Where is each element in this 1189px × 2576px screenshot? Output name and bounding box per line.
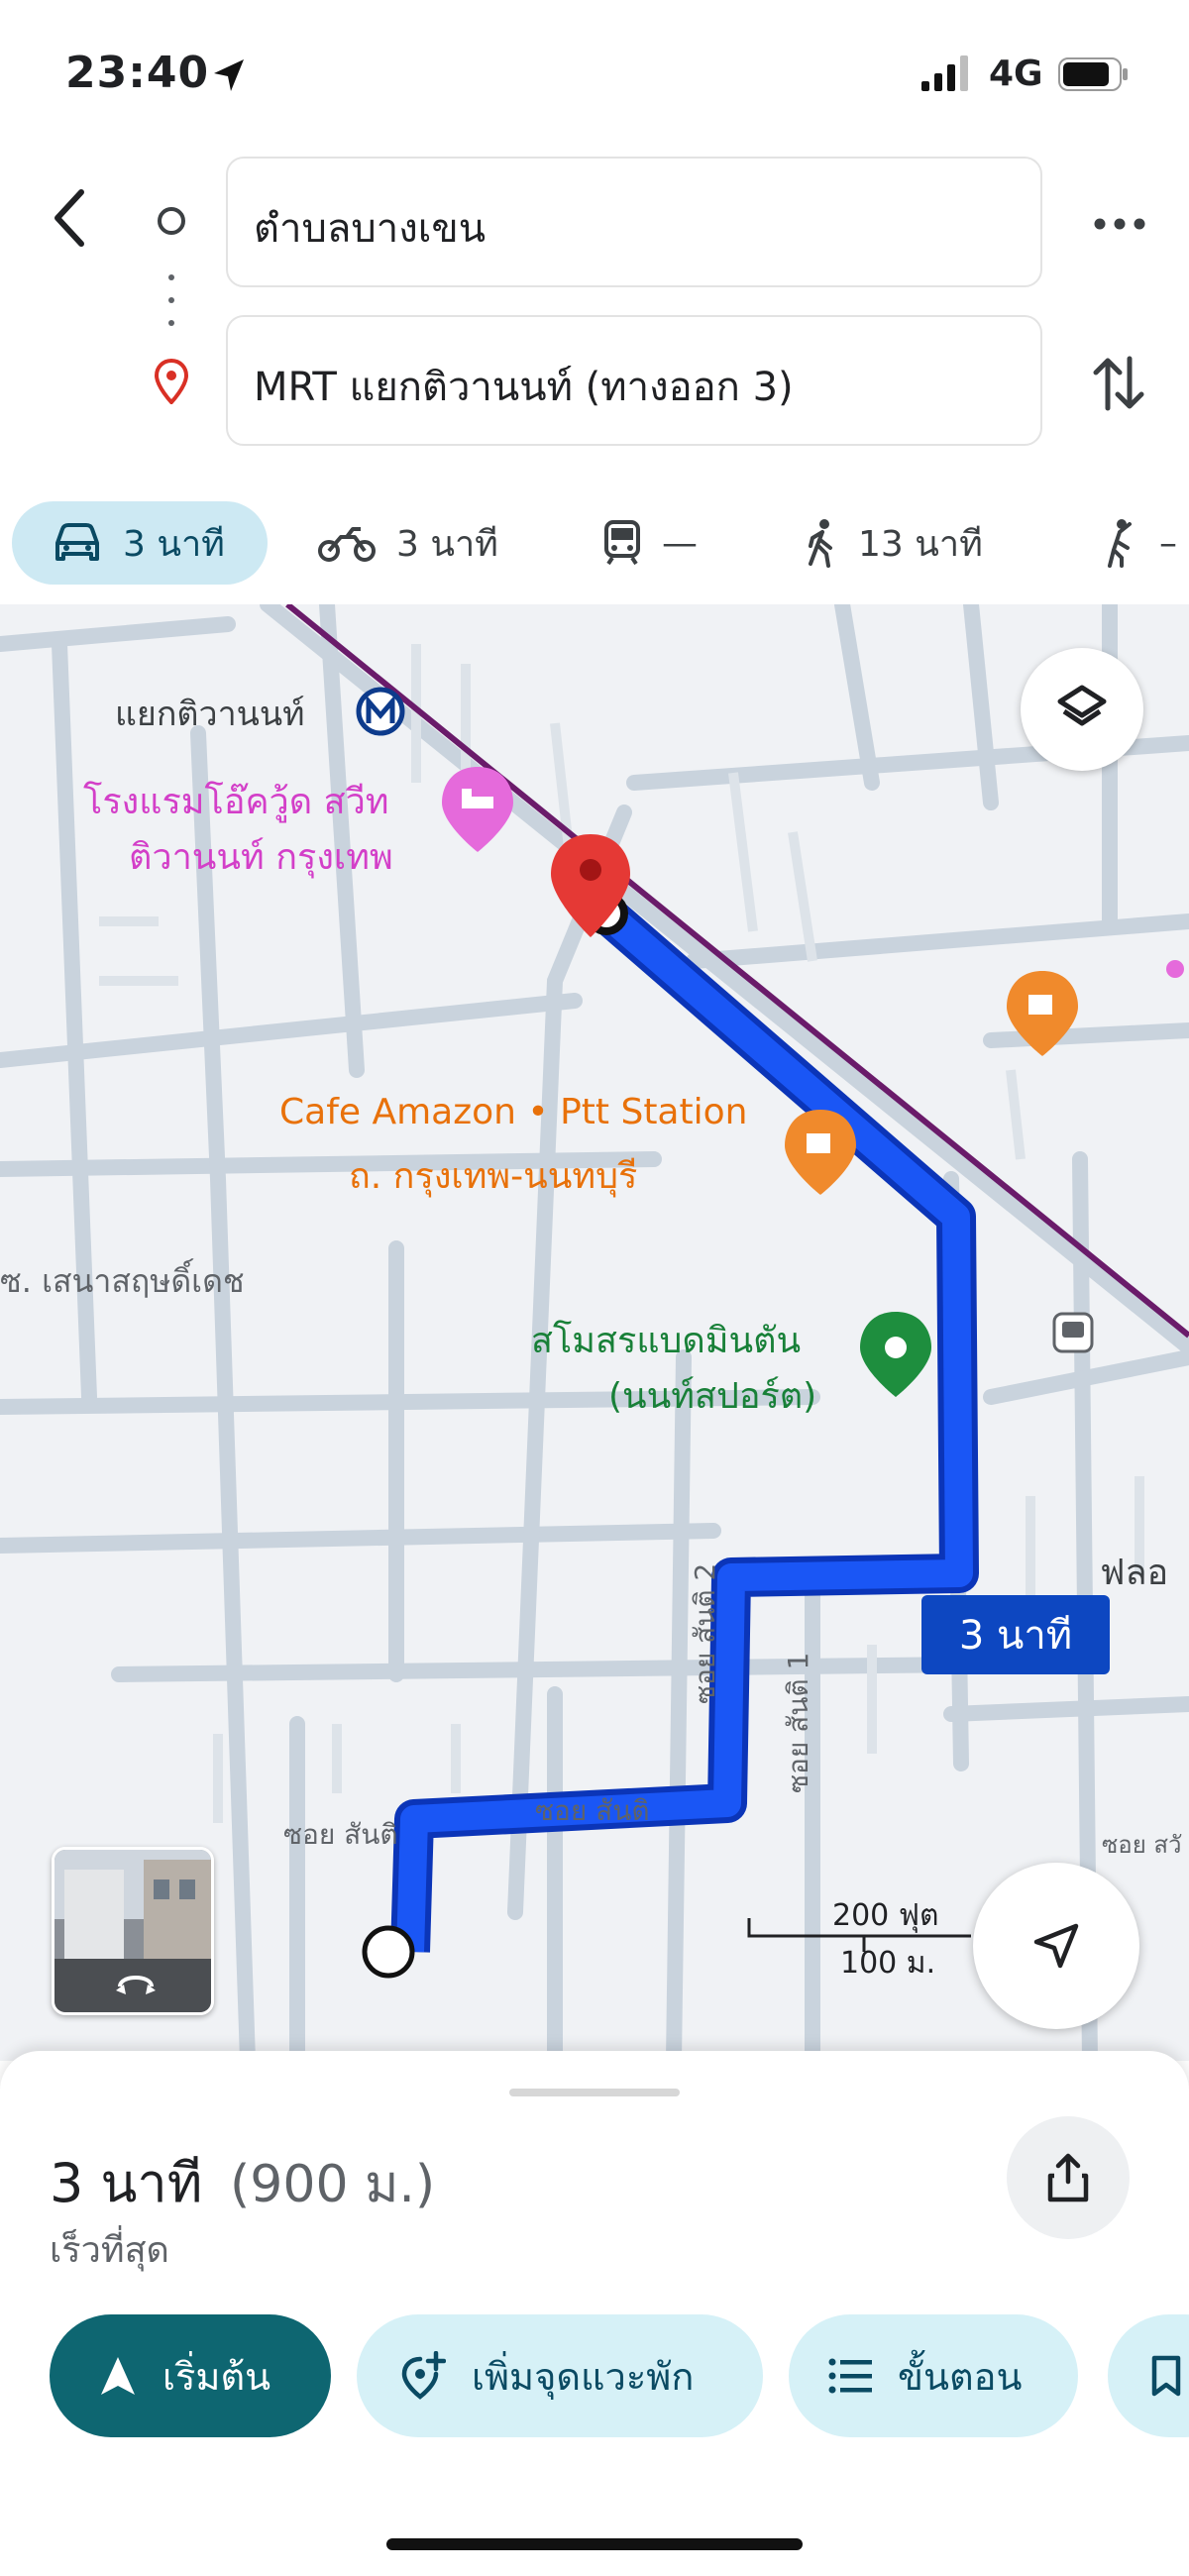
network-label: 4G: [989, 54, 1043, 94]
home-indicator: [386, 2538, 803, 2550]
label-right-edge: ฟลอ: [1100, 1553, 1169, 1593]
map-scale: 200 ฟุต 100 ม.: [745, 1892, 983, 1991]
car-icon: [55, 523, 99, 561]
route-summary-sheet: 3 นาที (900 ม.) เร็วที่สุด เริ่มต้น เพิ่…: [0, 2051, 1189, 2576]
back-button[interactable]: [40, 178, 99, 258]
label-soi-right: ซอย สวั: [1102, 1831, 1182, 1859]
add-stop-icon: [401, 2351, 446, 2400]
origin-text: ตำบลบางเขน: [254, 206, 486, 252]
bookmark-icon: [1151, 2355, 1181, 2397]
steps-label: ขั้นตอน: [898, 2354, 1023, 2399]
add-stop-label: เพิ่มจุดแวะพัก: [472, 2354, 695, 2399]
map-view[interactable]: แยกติวานนท์ โรงแรมโอ๊ควู้ด สวีท ติวานนท์…: [0, 604, 1189, 2061]
status-bar: 23:40 4G: [0, 0, 1189, 149]
my-location-icon: [1033, 1923, 1079, 1969]
save-button[interactable]: [1108, 2314, 1189, 2437]
more-dots-icon[interactable]: [1080, 194, 1159, 254]
start-dot-icon: [362, 1925, 415, 1979]
ride-hail-icon: [1108, 519, 1132, 568]
street-view-thumbnail[interactable]: [52, 1847, 214, 2015]
label-soi-santi-b: ซอย สันติ: [535, 1794, 650, 1827]
back-arrow-icon: [54, 189, 84, 247]
mode-label-ride: –: [1159, 522, 1177, 564]
route-duration: 3 นาที: [50, 2152, 203, 2214]
bus-stop-icon: [1052, 1312, 1094, 1353]
label-club-line2[interactable]: (นนท์สปอร์ต): [608, 1367, 816, 1424]
share-button[interactable]: [1007, 2116, 1130, 2239]
mode-tab-walk[interactable]: 13 นาที: [805, 501, 983, 585]
steps-button[interactable]: ขั้นตอน: [789, 2314, 1078, 2437]
swap-icon[interactable]: [1084, 349, 1153, 418]
metro-station-icon: [356, 687, 405, 736]
my-location-button[interactable]: [973, 1863, 1139, 2029]
layers-button[interactable]: [1021, 648, 1143, 771]
origin-input[interactable]: ตำบลบางเขน: [226, 157, 1042, 287]
destination-pin-icon: [154, 359, 189, 404]
action-chips: เริ่มต้น เพิ่มจุดแวะพัก ขั้นตอน: [0, 2314, 1189, 2437]
label-club-line1[interactable]: สโมสรแบดมินตัน: [531, 1312, 801, 1368]
label-cafe-line2[interactable]: ถ. กรุงเทพ-นนทบุรี: [349, 1147, 637, 1204]
mode-label-walk: 13 นาที: [858, 523, 983, 565]
label-station[interactable]: แยกติวานนท์: [115, 687, 305, 740]
walk-icon: [809, 519, 832, 568]
motorbike-icon: [318, 527, 376, 562]
start-button[interactable]: เริ่มต้น: [50, 2314, 331, 2437]
mode-tab-ride[interactable]: –: [1100, 501, 1177, 585]
street-view-image: [54, 1850, 211, 2012]
label-soi-santi-1: ซอย สันติ 1: [782, 1652, 814, 1793]
train-icon: [604, 520, 640, 566]
mode-tab-motorbike[interactable]: 3 นาที: [317, 501, 498, 585]
signal-bars-icon: [921, 55, 968, 91]
share-icon: [1047, 2153, 1089, 2202]
mode-tab-drive[interactable]: 3 นาที: [12, 501, 268, 585]
label-soi-west: ซ. เสนาสฤษดิ์เดช: [0, 1262, 245, 1300]
destination-text: MRT แยกติวานนท์ (ทางออก 3): [254, 365, 794, 410]
mode-tab-transit[interactable]: —: [602, 501, 698, 585]
mode-label-drive: 3 นาที: [123, 523, 225, 565]
mode-label-motorbike: 3 นาที: [396, 523, 498, 565]
list-icon: [828, 2358, 872, 2394]
navigation-arrow-icon: [101, 2357, 135, 2395]
sports-icon: [860, 1312, 931, 1397]
route-subtitle: เร็วที่สุด: [50, 2230, 169, 2271]
route-distance: (900 ม.): [230, 2155, 436, 2214]
scale-feet: 200 ฟุต: [832, 1898, 939, 1933]
label-soi-santi-a: ซอย สันติ: [283, 1818, 398, 1851]
route-time-bubble[interactable]: 3 นาที: [921, 1595, 1110, 1674]
destination-input[interactable]: MRT แยกติวานนท์ (ทางออก 3): [226, 315, 1042, 446]
label-soi-santi-2: ซอย สันติ 2: [689, 1562, 721, 1704]
origin-circle-icon: [158, 207, 185, 235]
route-dots-icon: [168, 274, 174, 326]
coffee-icon: [785, 1110, 856, 1195]
mode-label-transit: —: [662, 522, 698, 564]
layers-icon: [1057, 685, 1107, 726]
hotel-icon: [442, 767, 513, 852]
label-hotel-line2[interactable]: ติวานนท์ กรุงเทพ: [129, 828, 393, 885]
drag-handle[interactable]: [509, 2089, 680, 2096]
add-stop-button[interactable]: เพิ่มจุดแวะพัก: [357, 2314, 763, 2437]
battery-icon: [1058, 57, 1128, 91]
label-cafe-line1[interactable]: Cafe Amazon • Ptt Station: [279, 1092, 747, 1132]
status-time: 23:40: [65, 48, 210, 98]
label-hotel-line1[interactable]: โรงแรมโอ๊ควู้ด สวีท: [83, 773, 389, 829]
location-arrow-icon: [214, 59, 244, 91]
start-label: เริ่มต้น: [162, 2354, 271, 2399]
travel-mode-tabs: 3 นาที 3 นาที — 13 นาที –: [0, 491, 1189, 590]
scale-meters: 100 ม.: [840, 1946, 936, 1981]
